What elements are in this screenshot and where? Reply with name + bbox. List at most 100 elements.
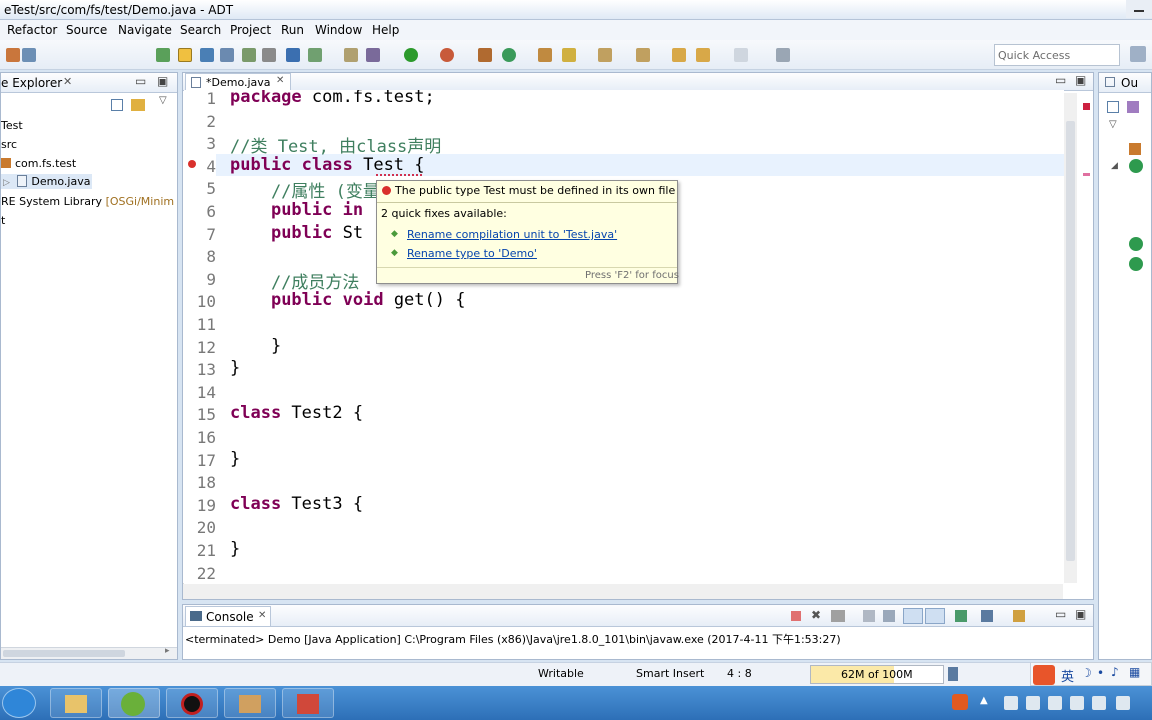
minimize-view-icon[interactable]: ▭ <box>1055 607 1066 621</box>
microphone-icon[interactable]: ♪ <box>1111 665 1119 679</box>
annotation-next-icon[interactable] <box>598 48 612 62</box>
print-icon[interactable] <box>22 48 36 62</box>
package-declaration-icon[interactable] <box>1129 143 1141 155</box>
volume-icon[interactable] <box>1116 696 1130 710</box>
vertical-scrollbar[interactable] <box>1063 93 1077 583</box>
clear-console-icon[interactable] <box>863 610 875 622</box>
debug-icon[interactable] <box>366 48 380 62</box>
menu-help[interactable]: Help <box>372 23 399 37</box>
tray-icon[interactable] <box>1026 696 1040 710</box>
forward-icon[interactable] <box>734 48 748 62</box>
start-button[interactable] <box>2 688 36 718</box>
remove-launch-icon[interactable]: ✖ <box>811 608 821 622</box>
run-icon[interactable] <box>404 48 418 62</box>
menu-run[interactable]: Run <box>281 23 304 37</box>
new-java-class-icon[interactable] <box>502 48 516 62</box>
horizontal-scrollbar[interactable]: ▸ <box>1 646 177 659</box>
menu-search[interactable]: Search <box>180 23 221 37</box>
perspective-icon[interactable] <box>776 48 790 62</box>
maximize-view-icon[interactable]: ▣ <box>1075 73 1086 87</box>
build-icon[interactable] <box>344 48 358 62</box>
scrollbar-thumb[interactable] <box>1066 121 1075 561</box>
expand-icon[interactable]: ◢ <box>1111 161 1118 171</box>
ime-language-toggle[interactable]: 英 <box>1061 666 1074 685</box>
minimize-view-icon[interactable]: ▭ <box>135 74 146 88</box>
taskbar-recorder[interactable] <box>166 688 218 718</box>
open-perspective-icon[interactable] <box>1130 46 1146 62</box>
annotation-prev-icon[interactable] <box>636 48 650 62</box>
close-icon[interactable]: ✕ <box>258 610 266 621</box>
avd-manager-icon[interactable] <box>178 48 192 62</box>
pin-console-icon[interactable] <box>955 610 967 622</box>
sort-icon[interactable] <box>1127 101 1139 113</box>
tab-console[interactable]: Console ✕ <box>185 606 271 626</box>
class-icon[interactable] <box>1129 257 1143 271</box>
sogou-tray-icon[interactable] <box>952 694 968 710</box>
new-package-icon[interactable] <box>478 48 492 62</box>
open-type-icon[interactable] <box>538 48 552 62</box>
tree-item-other[interactable]: t <box>1 214 5 227</box>
close-icon[interactable]: ✕ <box>276 75 284 86</box>
search-icon[interactable] <box>562 48 576 62</box>
tray-expand-icon[interactable]: ▲ <box>980 695 988 706</box>
taskbar-explorer[interactable] <box>50 688 102 718</box>
remove-all-icon[interactable] <box>831 610 845 622</box>
menu-source[interactable]: Source <box>66 23 107 37</box>
punctuation-icon[interactable]: • <box>1097 666 1104 680</box>
refactor-icon[interactable] <box>6 48 20 62</box>
view-menu-icon[interactable]: ▽ <box>1109 119 1117 130</box>
sogou-icon[interactable] <box>1033 665 1055 685</box>
tree-item-jre-library[interactable]: RE System Library [OSGi/Minim <box>1 195 174 208</box>
minimize-view-icon[interactable]: ▭ <box>1055 73 1066 87</box>
new-class-icon[interactable] <box>220 48 234 62</box>
taskbar-paint[interactable] <box>224 688 276 718</box>
minimize-button[interactable] <box>1126 0 1152 18</box>
error-marker-icon[interactable] <box>188 160 196 168</box>
close-icon[interactable]: ✕ <box>63 75 72 88</box>
expand-icon[interactable]: ▷ <box>3 178 10 188</box>
tray-icon[interactable] <box>1092 696 1106 710</box>
sdk-manager-icon[interactable] <box>156 48 170 62</box>
back-icon[interactable] <box>696 48 710 62</box>
class-icon[interactable] <box>1129 237 1143 251</box>
error-annotation-marker[interactable] <box>1083 173 1090 176</box>
memory-indicator[interactable]: 62M of 100M <box>810 665 944 684</box>
terminate-icon[interactable] <box>791 611 801 621</box>
fix-rename-compilation-unit-link[interactable]: Rename compilation unit to 'Test.java' <box>407 228 617 241</box>
menu-project[interactable]: Project <box>230 23 271 37</box>
garbage-collect-icon[interactable] <box>948 667 958 681</box>
collapse-all-icon[interactable] <box>1107 101 1119 113</box>
link-with-editor-icon[interactable] <box>131 99 145 111</box>
half-width-icon[interactable]: ☽ <box>1081 666 1092 680</box>
ime-settings-icon[interactable]: ▦ <box>1129 665 1140 679</box>
class-icon[interactable] <box>1129 159 1143 173</box>
tray-icon[interactable] <box>1048 696 1062 710</box>
error-overview-marker[interactable] <box>1083 103 1090 110</box>
fix-rename-type-link[interactable]: Rename type to 'Demo' <box>407 247 537 260</box>
task-icon[interactable] <box>308 48 322 62</box>
view-menu-icon[interactable]: ▽ <box>159 95 167 106</box>
scrollbar-thumb[interactable] <box>3 650 125 657</box>
tree-item-package[interactable]: com.fs.test <box>1 157 76 170</box>
collapse-all-icon[interactable] <box>111 99 123 111</box>
taskbar-presentation[interactable] <box>282 688 334 718</box>
tab-demo-java[interactable]: *Demo.java ✕ <box>185 73 291 91</box>
menu-window[interactable]: Window <box>315 23 362 37</box>
scroll-lock-icon[interactable] <box>883 610 895 622</box>
menu-navigate[interactable]: Navigate <box>118 23 172 37</box>
open-console-icon[interactable] <box>1013 610 1025 622</box>
tree-item-src[interactable]: src <box>1 138 17 151</box>
save-all-icon[interactable] <box>262 48 276 62</box>
external-tools-icon[interactable] <box>440 48 454 62</box>
menu-refactor[interactable]: Refactor <box>7 23 57 37</box>
tray-icon[interactable] <box>1004 696 1018 710</box>
tree-item-demo-java[interactable]: ▷ Demo.java <box>1 174 93 189</box>
maximize-view-icon[interactable]: ▣ <box>1075 607 1086 621</box>
display-console-icon[interactable] <box>981 610 993 622</box>
package-explorer-tab[interactable]: e Explorer ✕ ▭ ▣ <box>1 73 177 93</box>
last-edit-icon[interactable] <box>672 48 686 62</box>
pin-icon[interactable] <box>286 48 300 62</box>
scroll-right-icon[interactable]: ▸ <box>165 646 170 656</box>
save-icon[interactable] <box>242 48 256 62</box>
tray-icon[interactable] <box>1070 696 1084 710</box>
